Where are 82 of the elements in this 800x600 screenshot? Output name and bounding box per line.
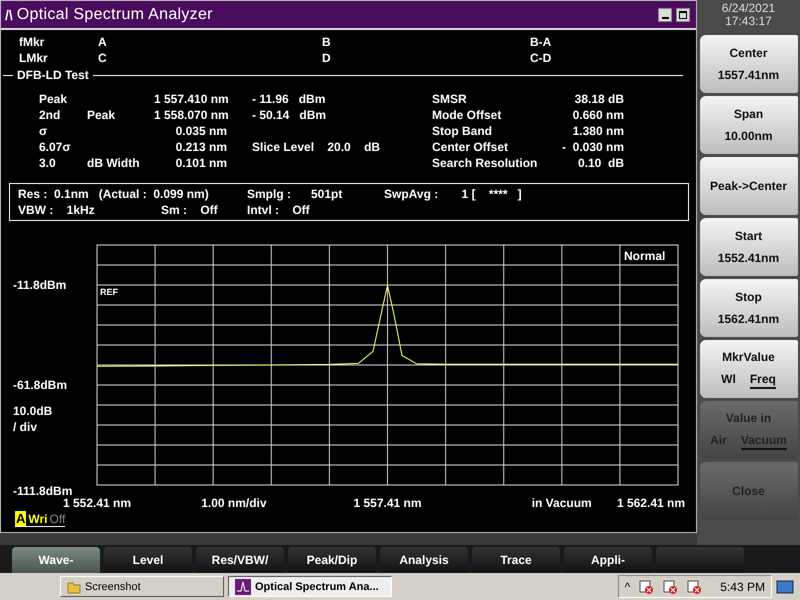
setting-text: SwpAvg : 1 [ **** ]	[384, 186, 522, 202]
menu-tab[interactable]: Level	[104, 547, 192, 573]
marker-value: A	[98, 34, 108, 50]
result-value: 0.660 nm	[572, 107, 624, 123]
result-label: σ	[39, 123, 48, 139]
result-label: Center Offset	[432, 139, 510, 155]
result-label: SMSR	[432, 91, 468, 107]
spectrum-icon	[235, 578, 251, 594]
toggle-option[interactable]: Wl	[721, 372, 736, 388]
result-label: Mode Offset	[432, 107, 502, 123]
show-desktop-icon[interactable]	[776, 580, 794, 594]
folder-icon	[67, 580, 81, 594]
taskbar-button[interactable]: Optical Spectrum Ana...	[228, 576, 392, 597]
marker-value: B	[322, 34, 332, 50]
minimize-button[interactable]	[658, 8, 672, 22]
menu-tab[interactable]: Wave-	[12, 547, 100, 573]
ref-label: REF	[100, 287, 118, 297]
y-tick-label: -61.8dBm	[13, 378, 68, 392]
result-value: Slice Level 20.0 dB	[252, 139, 382, 155]
result-value: 1 557.410 nm	[154, 91, 227, 107]
setting-text: Sm : Off	[161, 202, 219, 218]
x-tick-label: 1 557.41 nm	[353, 496, 422, 510]
menu-tab[interactable]: Res/VBW/	[196, 547, 284, 573]
softkey-button[interactable]: Peak->Center	[700, 157, 798, 215]
result-label: Peak	[87, 107, 116, 123]
marker-value: B-A	[530, 34, 552, 50]
trace-state-label: Off	[50, 512, 66, 526]
result-value: - 11.96 dBm	[252, 91, 326, 107]
result-value: 0.101 nm	[174, 155, 227, 171]
menu-tab[interactable]: Appli-	[564, 547, 652, 573]
y-scale-label: 10.0dB / div	[13, 404, 52, 434]
x-tick-label: 1 552.41 nm	[62, 496, 132, 510]
marker-label: fMkr	[19, 34, 46, 50]
result-label: 6.07σ	[39, 139, 72, 155]
taskbar-button[interactable]: Screenshot	[60, 576, 224, 597]
softkey-button[interactable]: Span 10.00nm	[700, 96, 798, 154]
result-value: 38.18 dB	[574, 91, 624, 107]
result-label: Stop Band	[432, 123, 493, 139]
result-value: 0.10 dB	[576, 155, 624, 171]
medium-label: in Vacuum	[532, 496, 592, 510]
result-label: 3.0	[39, 155, 57, 171]
menu-tab[interactable]: Peak/Dip	[288, 547, 376, 573]
y-tick-label: -11.8dBm	[13, 278, 66, 292]
softkey-button[interactable]: MkrValue Wl Freq	[700, 340, 798, 398]
trace-mode-label: Normal	[624, 249, 666, 263]
setting-text: Intvl : Off	[247, 202, 310, 218]
softkey-button[interactable]: Center 1557.41nm	[700, 35, 798, 93]
marker-label: LMkr	[19, 50, 49, 66]
result-value: 0.035 nm	[174, 123, 227, 139]
marker-value: C	[98, 50, 108, 66]
setting-text: Smplg : 501pt	[247, 186, 344, 202]
result-label: Search Resolution	[432, 155, 538, 171]
softkey-button[interactable]: Stop 1562.41nm	[700, 279, 798, 337]
y-tick-label: -111.8dBm	[13, 484, 72, 498]
result-label: dB Width	[87, 155, 141, 171]
trace-letter: A	[15, 511, 26, 526]
section-title: DFB-LD Test	[17, 68, 89, 82]
toggle-option[interactable]: Freq	[750, 372, 776, 388]
result-value: 1.380 nm	[572, 123, 624, 139]
result-label: Peak	[39, 91, 68, 107]
setting-text: Res : 0.1nm (Actual : 0.099 nm)	[18, 186, 210, 202]
trace-write-label: Wri	[28, 512, 48, 526]
result-label: 2nd	[39, 107, 62, 123]
result-value: 1 558.070 nm	[154, 107, 227, 123]
marker-value: D	[322, 50, 332, 66]
date-label: 6/24/2021	[722, 2, 776, 15]
result-value: - 0.030 nm	[562, 139, 624, 155]
result-value: - 50.14 dBm	[252, 107, 328, 123]
x-scale-label: 1.00 nm/div	[201, 496, 267, 510]
softkey-button[interactable]: Start 1552.41nm	[700, 218, 798, 276]
menu-tab[interactable]: Trace	[472, 547, 560, 573]
marker-value: C-D	[530, 50, 552, 66]
maximize-button[interactable]	[676, 8, 690, 22]
setting-text: VBW : 1kHz	[18, 202, 96, 218]
menu-tab[interactable]: Analysis	[380, 547, 468, 573]
result-value: 0.213 nm	[174, 139, 227, 155]
time-label: 17:43:17	[724, 15, 773, 28]
tray-chevron[interactable]: ^	[624, 580, 630, 594]
tray-time: 5:43 PM	[720, 580, 765, 594]
app-logo: /\	[5, 6, 13, 22]
x-end-label: 1 562.41 nm	[616, 496, 685, 510]
window-title: Optical Spectrum Analyzer	[16, 6, 214, 24]
